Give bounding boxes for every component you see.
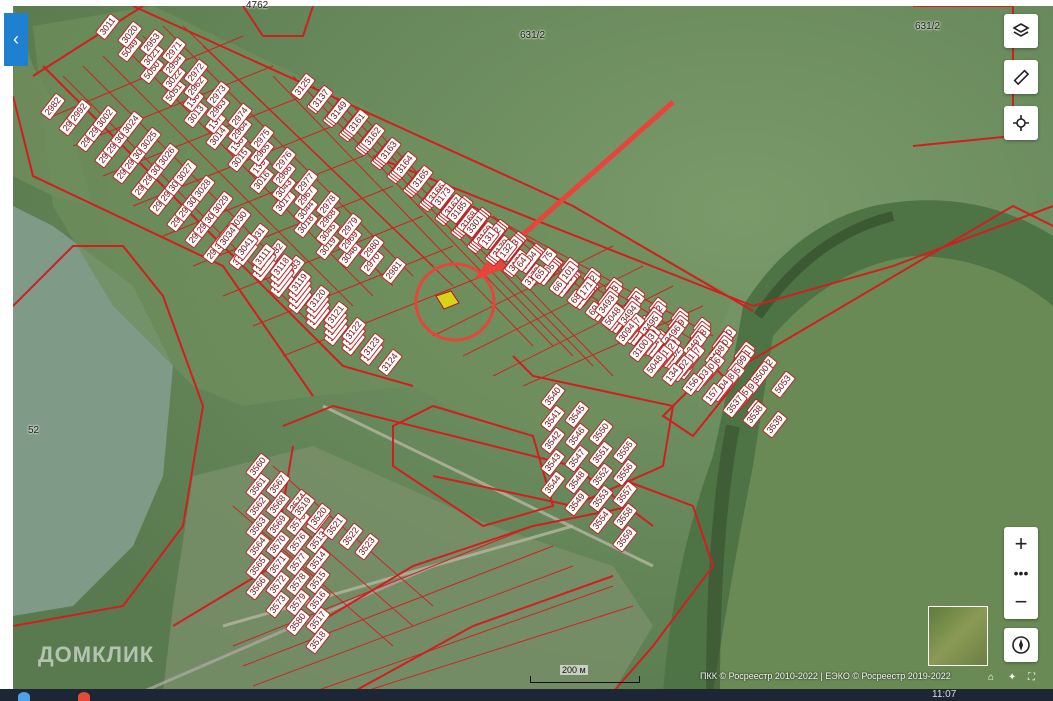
- home-icon[interactable]: ⌂: [988, 672, 994, 683]
- region-label: 4762: [246, 0, 269, 11]
- crosshair-icon: [1013, 115, 1029, 131]
- region-label: 52: [28, 425, 40, 436]
- zoom-in-button[interactable]: +: [1004, 527, 1038, 561]
- chevron-left-icon: ‹: [13, 29, 19, 49]
- location-icon[interactable]: ✦: [1008, 672, 1016, 683]
- minimap-thumbnail[interactable]: [928, 606, 988, 666]
- taskbar-app-icon[interactable]: [18, 692, 30, 701]
- watermark-logo: ДОМКЛИК: [38, 642, 155, 667]
- compass-button[interactable]: [1004, 628, 1038, 662]
- compass-icon: [1012, 636, 1030, 654]
- taskbar-app-icon[interactable]: [78, 692, 90, 701]
- measure-button[interactable]: [1004, 60, 1038, 94]
- cadastral-map[interactable]: [13, 6, 1053, 692]
- map-canvas[interactable]: [13, 6, 1053, 692]
- layers-button[interactable]: [1004, 14, 1038, 48]
- zoom-controls: + ••• −: [1004, 527, 1038, 619]
- scale-label: 200 м: [560, 665, 588, 675]
- zoom-more-button[interactable]: •••: [1004, 561, 1038, 585]
- ruler-icon: [1013, 69, 1030, 86]
- layers-icon: [1012, 23, 1030, 37]
- scale-bar: [530, 676, 640, 683]
- panel-collapse-tab[interactable]: ‹: [4, 13, 28, 66]
- region-label: 631/2: [915, 21, 941, 32]
- region-label: 631/2: [520, 30, 546, 41]
- taskbar-clock: 11:07: [932, 689, 957, 700]
- os-taskbar: [0, 689, 1053, 701]
- fullscreen-icon[interactable]: ⛶: [1028, 672, 1035, 683]
- locate-button[interactable]: [1004, 106, 1038, 140]
- zoom-out-button[interactable]: −: [1004, 585, 1038, 619]
- attribution-text: ПКК © Росреестр 2010-2022 | ЕЭКО © Росре…: [700, 671, 951, 681]
